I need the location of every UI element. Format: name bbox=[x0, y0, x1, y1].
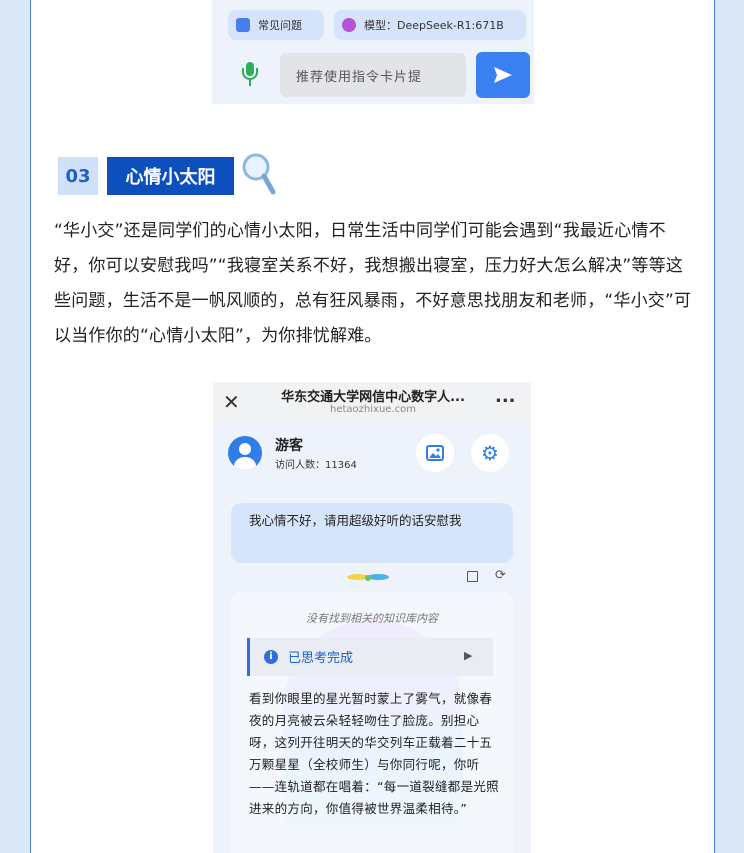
refresh-icon[interactable]: ⟳ bbox=[495, 568, 506, 583]
more-icon[interactable]: ... bbox=[495, 386, 516, 407]
send-button[interactable] bbox=[476, 52, 530, 98]
faq-icon bbox=[236, 18, 250, 32]
header-title: 华东交通大学网信中心数字人... bbox=[281, 390, 465, 405]
propeller-icon bbox=[346, 569, 390, 581]
assistant-answer-card: 没有找到相关的知识库内容 i 已思考完成 ▶ 看到你眼里的星光暂时蒙上了雾气，就… bbox=[231, 592, 513, 853]
visit-count: 访问人数：11364 bbox=[275, 460, 357, 471]
avatar bbox=[228, 436, 262, 470]
embedded-screenshot-chat: ✕ 华东交通大学网信中心数字人... hetaozhixue.com ... 游… bbox=[213, 382, 531, 853]
model-chip-label: 模型：DeepSeek-R1:671B bbox=[364, 19, 504, 32]
expand-arrow-icon: ▶ bbox=[464, 649, 473, 662]
microphone-icon[interactable] bbox=[242, 62, 258, 88]
send-icon bbox=[494, 67, 512, 83]
gear-icon: ⚙ bbox=[481, 441, 499, 465]
no-knowledge-notice: 没有找到相关的知识库内容 bbox=[306, 612, 438, 625]
model-chip[interactable]: 模型：DeepSeek-R1:671B bbox=[334, 10, 526, 40]
image-icon bbox=[426, 445, 444, 461]
thinking-toggle[interactable]: i 已思考完成 ▶ bbox=[247, 638, 493, 676]
section-paragraph: “华小交”还是同学们的心情小太阳，日常生活中同学们可能会遇到“我最近心情不好，你… bbox=[54, 221, 692, 346]
user-message: 我心情不好，请用超级好听的话安慰我 bbox=[231, 503, 513, 563]
section-number: 03 bbox=[58, 157, 98, 195]
close-icon[interactable]: ✕ bbox=[223, 390, 240, 414]
magnifier-icon bbox=[241, 152, 277, 196]
section-title: 心情小太阳 bbox=[107, 157, 234, 195]
image-button[interactable] bbox=[416, 434, 454, 472]
embedded-screenshot-top: 常见问题 模型：DeepSeek-R1:671B 推荐使用指令卡片提 bbox=[212, 0, 534, 104]
assistant-reply: 看到你眼里的星光暂时蒙上了雾气，就像春夜的月亮被云朵轻轻吻住了脸庞。别担心呀，这… bbox=[249, 691, 499, 816]
faq-chip-label: 常见问题 bbox=[258, 19, 302, 32]
article-page: 常见问题 模型：DeepSeek-R1:671B 推荐使用指令卡片提 03 心情… bbox=[30, 0, 715, 853]
user-name: 游客 bbox=[275, 438, 303, 454]
faq-chip[interactable]: 常见问题 bbox=[228, 10, 324, 40]
header-url: hetaozhixue.com bbox=[330, 404, 416, 415]
thinking-label: 已思考完成 bbox=[288, 651, 354, 666]
browser-header: ✕ 华东交通大学网信中心数字人... hetaozhixue.com ... bbox=[213, 382, 531, 424]
info-icon: i bbox=[264, 650, 278, 664]
prompt-input[interactable]: 推荐使用指令卡片提 bbox=[280, 53, 466, 97]
copy-icon[interactable] bbox=[467, 571, 478, 582]
model-icon bbox=[342, 18, 356, 32]
settings-button[interactable]: ⚙ bbox=[471, 434, 509, 472]
